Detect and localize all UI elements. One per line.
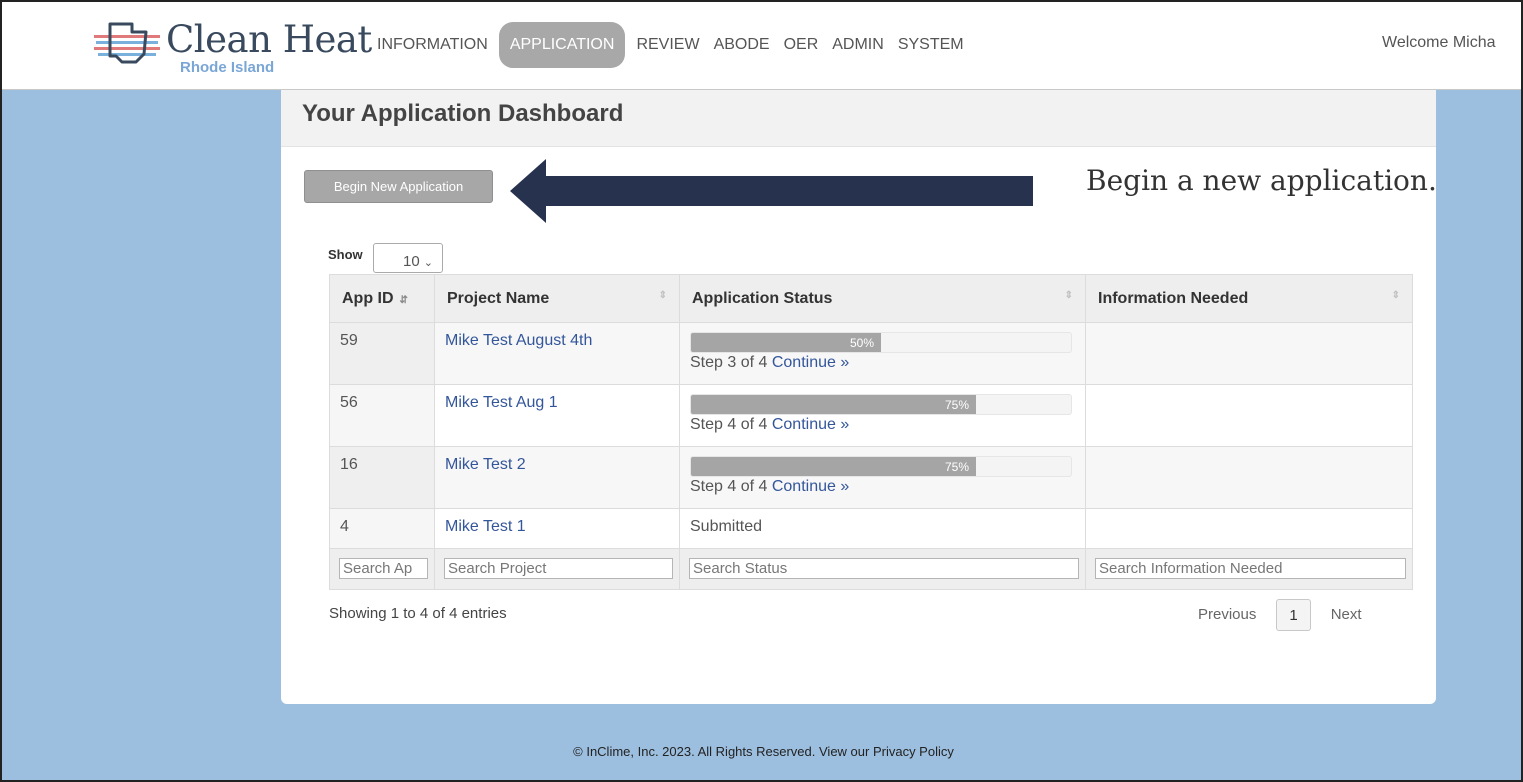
progress-fill: 50%: [691, 333, 881, 352]
progress-bar: 75%: [690, 456, 1072, 477]
table-row: 4 Mike Test 1 Submitted: [329, 508, 1413, 549]
nav-review[interactable]: REVIEW: [629, 22, 706, 68]
footer-copyright: © InClime, Inc. 2023. All Rights Reserve…: [573, 744, 954, 759]
begin-new-application-button[interactable]: Begin New Application: [304, 170, 493, 203]
cell-info-needed: [1085, 508, 1413, 549]
step-indicator: Step 3 of 4 Continue »: [690, 354, 1075, 372]
pagination: Previous 1 Next: [1184, 599, 1376, 631]
sort-icon: ⇕: [658, 290, 667, 301]
progress-bar: 75%: [690, 394, 1072, 415]
step-indicator: Step 4 of 4 Continue »: [690, 478, 1075, 496]
cell-project: Mike Test August 4th: [434, 322, 680, 385]
column-label: Information Needed: [1098, 289, 1249, 307]
step-text: Step 3 of 4: [690, 354, 768, 371]
page-length-value: 10: [403, 253, 420, 270]
filter-cell: Search Status: [679, 548, 1086, 590]
column-header-application-status[interactable]: Application Status ⇕: [679, 274, 1086, 323]
dashboard-panel: Your Application Dashboard Begin New App…: [281, 90, 1437, 704]
column-header-app-id[interactable]: App ID ⇵: [329, 274, 435, 323]
progress-fill: 75%: [691, 457, 976, 476]
project-link[interactable]: Mike Test Aug 1: [445, 394, 558, 411]
continue-link[interactable]: Continue »: [772, 478, 849, 495]
cell-info-needed: [1085, 322, 1413, 385]
rhode-island-logo-icon: [94, 22, 160, 64]
step-text: Step 4 of 4: [690, 478, 768, 495]
cell-app-id: 16: [329, 446, 435, 509]
column-label: App ID: [342, 289, 394, 307]
cell-info-needed: [1085, 384, 1413, 447]
brand-title: Clean Heat: [166, 18, 372, 61]
column-label: Application Status: [692, 289, 833, 307]
cell-project: Mike Test 2: [434, 446, 680, 509]
continue-link[interactable]: Continue »: [772, 354, 849, 371]
search-information-needed-input[interactable]: Search Information Needed: [1095, 558, 1406, 579]
sort-icon: ⇕: [1391, 290, 1400, 301]
cell-project: Mike Test 1: [434, 508, 680, 549]
applications-table: App ID ⇵ Project Name ⇕ Application Status…: [329, 274, 1413, 590]
table-header-row: App ID ⇵ Project Name ⇕ Application Status…: [329, 274, 1413, 323]
show-entries-label: Show: [328, 247, 363, 262]
welcome-user-menu[interactable]: Welcome Micha: [1382, 34, 1496, 52]
project-link[interactable]: Mike Test 2: [445, 456, 526, 473]
annotation-arrow-icon: [510, 159, 1033, 223]
column-label: Project Name: [447, 289, 550, 307]
filter-cell: Search Project: [434, 548, 680, 590]
app-window: Clean Heat Rhode Island INFORMATION APPL…: [0, 0, 1523, 782]
filter-cell: Search Information Needed: [1085, 548, 1413, 590]
brand-logo[interactable]: Clean Heat Rhode Island: [94, 16, 372, 78]
nav-application[interactable]: APPLICATION: [498, 22, 626, 68]
cell-status: 50% Step 3 of 4 Continue »: [679, 322, 1086, 385]
nav-oer[interactable]: OER: [777, 22, 826, 68]
search-project-input[interactable]: Search Project: [444, 558, 673, 579]
next-page-button[interactable]: Next: [1317, 599, 1376, 631]
cell-status: Submitted: [679, 508, 1086, 549]
cell-app-id: 56: [329, 384, 435, 447]
nav-system[interactable]: SYSTEM: [891, 22, 971, 68]
table-info: Showing 1 to 4 of 4 entries: [329, 605, 507, 622]
nav-abode[interactable]: ABODE: [707, 22, 777, 68]
cell-project: Mike Test Aug 1: [434, 384, 680, 447]
cell-info-needed: [1085, 446, 1413, 509]
project-link[interactable]: Mike Test August 4th: [445, 332, 592, 349]
continue-link[interactable]: Continue »: [772, 416, 849, 433]
top-navbar: Clean Heat Rhode Island INFORMATION APPL…: [2, 2, 1521, 90]
main-nav: INFORMATION APPLICATION REVIEW ABODE OER…: [370, 22, 971, 68]
previous-page-button[interactable]: Previous: [1184, 599, 1270, 631]
cell-status: 75% Step 4 of 4 Continue »: [679, 446, 1086, 509]
step-text: Step 4 of 4: [690, 416, 768, 433]
column-header-information-needed[interactable]: Information Needed ⇕: [1085, 274, 1413, 323]
sort-desc-icon: ⇵: [399, 294, 408, 306]
table-row: 59 Mike Test August 4th 50% Step 3 of 4 …: [329, 322, 1413, 385]
page-length-select[interactable]: 10 ⌄: [373, 243, 443, 273]
progress-bar: 50%: [690, 332, 1072, 353]
nav-information[interactable]: INFORMATION: [370, 22, 495, 68]
brand-subtitle: Rhode Island: [180, 59, 275, 76]
filter-row: Search Ap Search Project Search Status S…: [329, 548, 1413, 590]
column-header-project-name[interactable]: Project Name ⇕: [434, 274, 680, 323]
table-row: 16 Mike Test 2 75% Step 4 of 4 Continue …: [329, 446, 1413, 509]
annotation-callout: Begin a new application.: [1086, 164, 1437, 197]
table-row: 56 Mike Test Aug 1 75% Step 4 of 4 Conti…: [329, 384, 1413, 447]
step-indicator: Step 4 of 4 Continue »: [690, 416, 1075, 434]
sort-icon: ⇕: [1064, 290, 1073, 301]
project-link[interactable]: Mike Test 1: [445, 518, 526, 535]
cell-app-id: 4: [329, 508, 435, 549]
page-1-button[interactable]: 1: [1276, 599, 1311, 631]
page-title: Your Application Dashboard: [302, 100, 624, 127]
search-status-input[interactable]: Search Status: [689, 558, 1079, 579]
nav-admin[interactable]: ADMIN: [825, 22, 891, 68]
progress-fill: 75%: [691, 395, 976, 414]
chevron-down-icon: ⌄: [423, 257, 433, 269]
search-app-id-input[interactable]: Search Ap: [339, 558, 428, 579]
cell-status: 75% Step 4 of 4 Continue »: [679, 384, 1086, 447]
panel-header: Your Application Dashboard: [281, 90, 1436, 147]
filter-cell: Search Ap: [329, 548, 435, 590]
cell-app-id: 59: [329, 322, 435, 385]
